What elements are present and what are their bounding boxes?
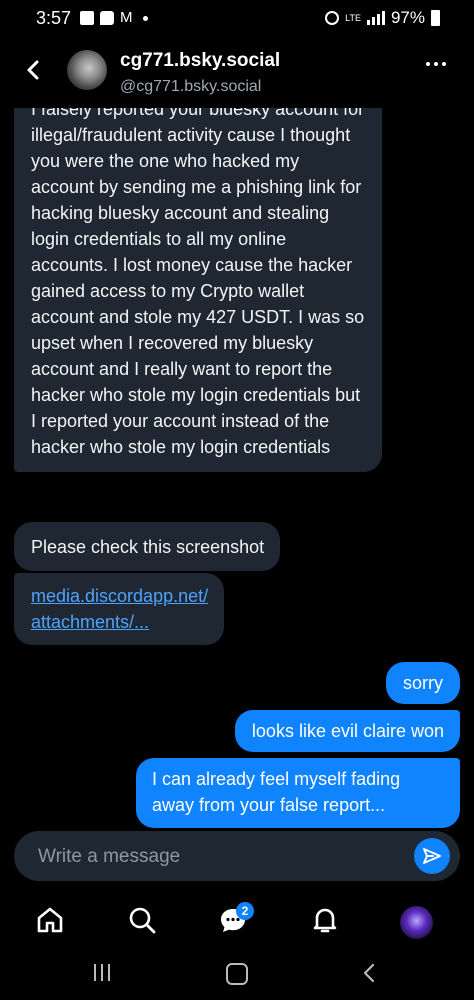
more-dot-icon [434, 62, 438, 66]
system-back-button[interactable] [361, 963, 377, 988]
send-icon [423, 848, 441, 864]
contact-name[interactable]: cg771.bsky.social [120, 50, 280, 72]
tab-search[interactable] [126, 904, 162, 940]
back-arrow-icon [363, 963, 375, 983]
send-button[interactable] [414, 838, 450, 874]
unread-chat-badge: 2 [236, 902, 254, 920]
tab-notifications[interactable] [309, 904, 345, 940]
system-status-icons: LTE 97% [325, 8, 440, 28]
incoming-link-message[interactable]: media.discordapp.net/attachments/... [14, 573, 225, 645]
outgoing-message[interactable]: sorry [386, 662, 460, 704]
search-icon [129, 907, 156, 934]
contact-avatar[interactable] [67, 50, 107, 90]
home-icon [37, 907, 63, 933]
recent-bar-icon [101, 964, 103, 981]
bell-icon [313, 908, 337, 933]
lte-icon: LTE [345, 12, 361, 23]
more-dot-icon [426, 62, 430, 66]
recent-apps-button[interactable] [94, 964, 110, 981]
system-navigation-bar [0, 952, 474, 1000]
outgoing-message[interactable]: looks like evil claire won [234, 710, 460, 752]
tab-profile-avatar[interactable] [400, 906, 433, 939]
conversation-header: cg771.bsky.social @cg771.bsky.social [0, 38, 474, 108]
gmail-notification-icon: M [120, 9, 133, 26]
recent-bar-icon [108, 964, 110, 981]
chat-notification-icon [100, 11, 114, 25]
tab-home[interactable] [34, 904, 70, 940]
contact-handle: @cg771.bsky.social [120, 78, 262, 95]
message-input[interactable] [36, 841, 400, 873]
screen: 3:57 M LTE 97% cg771.bsky.social @cg771.… [0, 0, 474, 1000]
chevron-left-icon [27, 60, 39, 80]
message-list[interactable]: I falsely reported your bluesky account … [0, 108, 474, 828]
message-composer [14, 831, 460, 881]
battery-icon [431, 10, 440, 26]
alarm-icon [325, 11, 340, 25]
status-bar: 3:57 M LTE 97% [0, 0, 474, 38]
more-notifications-icon [142, 15, 148, 21]
notification-icons: M [80, 10, 148, 26]
signal-icon [366, 11, 385, 25]
home-button[interactable] [226, 963, 248, 985]
message-link-line: media.discordapp.net/ [31, 586, 209, 606]
more-options-button[interactable] [426, 62, 446, 66]
gallery-notification-icon [80, 11, 94, 25]
back-button[interactable] [22, 56, 46, 84]
more-dot-icon [442, 62, 446, 66]
incoming-message[interactable]: I falsely reported your bluesky account … [14, 108, 382, 472]
status-time: 3:57 [36, 8, 72, 28]
outgoing-message[interactable]: I can already feel myself fading away fr… [136, 758, 460, 828]
recent-bar-icon [94, 964, 96, 981]
message-link[interactable]: media.discordapp.net/attachments/... [31, 586, 208, 632]
battery-percent: 97% [390, 8, 425, 27]
incoming-message[interactable]: Please check this screenshot [14, 522, 281, 571]
message-link-line: attachments/... [31, 612, 150, 632]
